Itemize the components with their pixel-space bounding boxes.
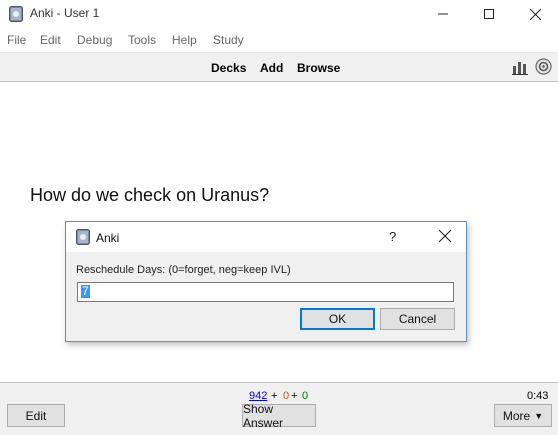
dialog-titlebar: Anki ? — [66, 222, 466, 252]
maximize-button[interactable] — [466, 0, 512, 28]
show-answer-button[interactable]: Show Answer — [242, 402, 316, 430]
reschedule-days-input[interactable]: 7 — [77, 282, 454, 302]
review-bottom-bar: 942 + 0 + 0 0:43 Edit Show Answer More ▼ — [0, 382, 558, 435]
new-count[interactable]: 942 — [249, 390, 267, 402]
menu-help[interactable]: Help — [172, 33, 197, 47]
menu-tools[interactable]: Tools — [128, 33, 156, 47]
ok-button[interactable]: OK — [300, 308, 375, 330]
review-count: 0 — [302, 390, 309, 402]
menu-study[interactable]: Study — [213, 33, 244, 47]
count-separator: + — [271, 390, 278, 402]
minimize-icon — [438, 13, 448, 15]
dialog-title: Anki — [96, 231, 120, 245]
close-icon — [529, 8, 541, 20]
toolbar-add-link[interactable]: Add — [260, 61, 283, 75]
anki-app-icon — [76, 229, 90, 245]
toolbar-browse-link[interactable]: Browse — [297, 61, 340, 75]
count-separator: + — [291, 390, 298, 402]
maximize-icon — [484, 9, 494, 19]
dialog-help-button[interactable]: ? — [389, 229, 396, 244]
window-titlebar: Anki - User 1 — [0, 0, 558, 28]
close-icon[interactable] — [436, 227, 454, 245]
main-toolbar: Decks Add Browse — [0, 52, 558, 82]
cancel-button[interactable]: Cancel — [380, 308, 455, 330]
more-button[interactable]: More ▼ — [494, 404, 552, 427]
card-question: How do we check on Uranus? — [30, 185, 270, 205]
review-timer: 0:43 — [527, 390, 549, 402]
menu-edit[interactable]: Edit — [40, 33, 61, 47]
menu-bar: File Edit Debug Tools Help Study — [0, 28, 558, 52]
dropdown-arrow-icon: ▼ — [534, 410, 544, 421]
sync-icon[interactable] — [535, 58, 552, 75]
anki-app-icon — [9, 6, 23, 22]
toolbar-decks-link[interactable]: Decks — [211, 61, 246, 75]
reschedule-dialog: Anki ? Reschedule Days: (0=forget, neg=k… — [65, 221, 467, 342]
reschedule-days-label: Reschedule Days: (0=forget, neg=keep IVL… — [76, 264, 291, 276]
more-button-label: More — [502, 408, 531, 423]
close-window-button[interactable] — [512, 0, 558, 28]
input-selected-value: 7 — [81, 284, 90, 298]
edit-button[interactable]: Edit — [7, 404, 65, 427]
dialog-body: Reschedule Days: (0=forget, neg=keep IVL… — [66, 252, 466, 341]
minimize-button[interactable] — [420, 0, 466, 28]
menu-debug[interactable]: Debug — [77, 33, 112, 47]
window-title: Anki - User 1 — [30, 6, 100, 20]
learn-count: 0 — [283, 390, 290, 402]
menu-file[interactable]: File — [7, 33, 26, 47]
stats-icon[interactable] — [512, 59, 528, 75]
